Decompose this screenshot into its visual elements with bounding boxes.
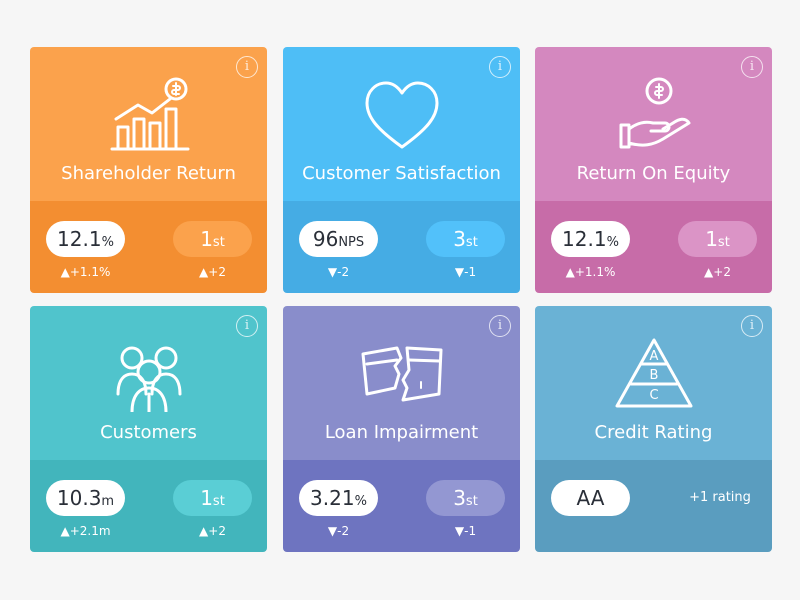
pyramid-abc-icon: ABC xyxy=(615,338,692,408)
info-icon[interactable]: i xyxy=(236,315,258,337)
rank-delta: ▼-1 xyxy=(454,265,477,279)
card-customer-satisfaction[interactable]: i Customer Satisfaction 96NPS 3st ▼-2 ▼-1 xyxy=(283,47,520,293)
bar-chart-dollar-icon xyxy=(110,77,189,151)
value-number: 12.1 xyxy=(562,227,607,251)
rank-delta: ▼-1 xyxy=(454,524,477,538)
value-unit: % xyxy=(606,235,619,250)
value-number: AA xyxy=(576,486,605,510)
value-delta: ▲+2.1m xyxy=(60,524,111,538)
rank-delta: ▲+2 xyxy=(704,265,731,279)
rank-pill: 1st xyxy=(173,221,252,257)
card-footer: 12.1% 1st ▲+1.1% ▲+2 xyxy=(30,201,267,293)
card-header: i Shareholder Return xyxy=(30,47,267,201)
card-title: Customer Satisfaction xyxy=(302,163,501,184)
rank-pill: 3st xyxy=(426,480,505,516)
card-shareholder-return[interactable]: i Shareholder Return 12.1% 1st ▲+1.1% ▲+2 xyxy=(30,47,267,293)
card-footer: 3.21% 3st ▼-2 ▼-1 xyxy=(283,460,520,552)
rank-suffix: st xyxy=(717,235,730,250)
info-icon[interactable]: i xyxy=(236,56,258,78)
value-unit: NPS xyxy=(338,235,365,250)
value-pill: AA xyxy=(551,480,630,516)
card-header: i Return On Equity xyxy=(535,47,772,201)
info-icon[interactable]: i xyxy=(741,56,763,78)
card-header: i Loan Impairment xyxy=(283,306,520,460)
rank-number: 1 xyxy=(200,227,213,251)
rank-number: 1 xyxy=(705,227,718,251)
value-delta: ▲+1.1% xyxy=(565,265,616,279)
value-unit: m xyxy=(101,494,115,509)
heart-icon xyxy=(365,81,438,149)
value-unit: % xyxy=(354,494,367,509)
rank-delta: ▲+2 xyxy=(199,265,226,279)
pyramid-label: C xyxy=(649,388,658,403)
card-header: i ABC Credit Rating xyxy=(535,306,772,460)
card-title: Shareholder Return xyxy=(61,163,236,184)
hand-coin-icon xyxy=(619,77,690,149)
card-title: Loan Impairment xyxy=(324,422,479,443)
value-pill: 12.1% xyxy=(551,221,630,257)
value-pill: 3.21% xyxy=(299,480,378,516)
card-return-on-equity[interactable]: i Return On Equity 12.1% 1st ▲+1.1% ▲+2 xyxy=(535,47,772,293)
card-footer: 12.1% 1st ▲+1.1% ▲+2 xyxy=(535,201,772,293)
value-delta: ▼-2 xyxy=(327,265,350,279)
value-number: 10.3 xyxy=(56,486,102,510)
rank-number: 1 xyxy=(200,486,213,510)
card-title: Customers xyxy=(100,422,197,443)
card-header: i Customer Satisfaction xyxy=(283,47,520,201)
card-title: Return On Equity xyxy=(576,163,731,184)
rank-pill: 1st xyxy=(173,480,252,516)
rank-number: 3 xyxy=(453,227,466,251)
value-number: 96 xyxy=(312,227,339,251)
pyramid-label: B xyxy=(649,368,658,383)
card-footer: 96NPS 3st ▼-2 ▼-1 xyxy=(283,201,520,293)
rank-suffix: st xyxy=(465,235,478,250)
value-number: 3.21 xyxy=(310,486,355,510)
card-header: i Customers xyxy=(30,306,267,460)
value-delta: ▲+1.1% xyxy=(60,265,111,279)
card-footer: AA +1 rating xyxy=(535,460,772,552)
card-loan-impairment[interactable]: i Loan Impairment 3.21% 3st ▼-2 ▼-1 xyxy=(283,306,520,552)
people-group-icon xyxy=(116,346,181,412)
rank-suffix: st xyxy=(212,494,225,509)
info-icon[interactable]: i xyxy=(489,56,511,78)
rank-suffix: st xyxy=(212,235,225,250)
value-pill: 96NPS xyxy=(299,221,378,257)
card-footer: 10.3m 1st ▲+2.1m ▲+2 xyxy=(30,460,267,552)
card-title: Credit Rating xyxy=(594,422,713,443)
value-pill: 12.1% xyxy=(46,221,125,257)
info-icon[interactable]: i xyxy=(489,315,511,337)
rank-pill: 1st xyxy=(678,221,757,257)
info-icon[interactable]: i xyxy=(741,315,763,337)
rank-suffix: st xyxy=(465,494,478,509)
rank-number: 3 xyxy=(453,486,466,510)
pyramid-label: A xyxy=(649,349,658,364)
broken-card-icon xyxy=(361,346,442,402)
rank-delta: ▲+2 xyxy=(199,524,226,538)
card-customers[interactable]: i Customers 10.3m 1st ▲+2.1m ▲+2 xyxy=(30,306,267,552)
value-pill: 10.3m xyxy=(46,480,125,516)
rating-note: +1 rating xyxy=(689,490,751,505)
card-credit-rating[interactable]: i ABC Credit Rating AA +1 rating xyxy=(535,306,772,552)
value-number: 12.1 xyxy=(57,227,102,251)
rank-pill: 3st xyxy=(426,221,505,257)
value-delta: ▼-2 xyxy=(327,524,350,538)
value-unit: % xyxy=(101,235,114,250)
